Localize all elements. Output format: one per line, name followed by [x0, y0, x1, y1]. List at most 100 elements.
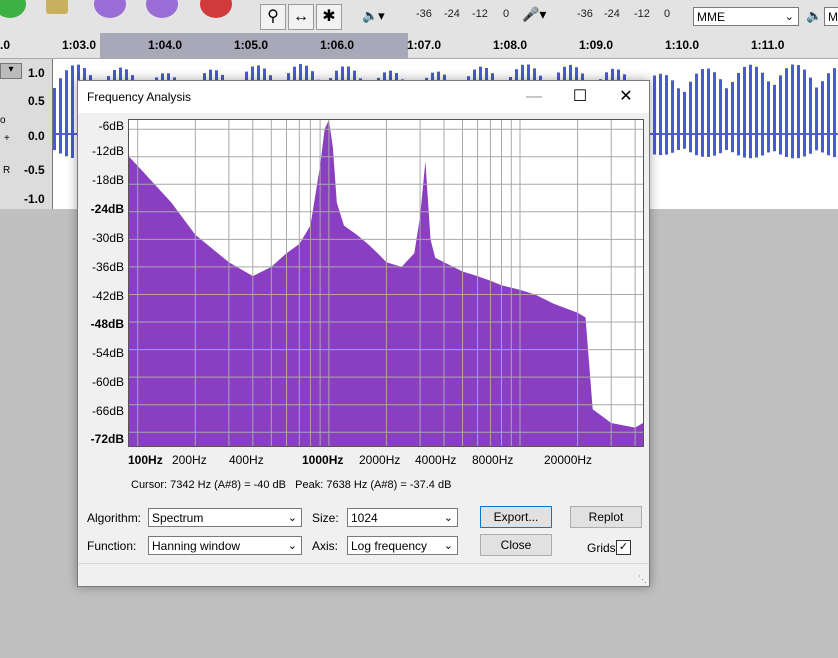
time-shift-icon[interactable]: ↔	[288, 4, 314, 30]
device-value: Mi	[828, 10, 838, 24]
waveform-bar	[659, 73, 662, 156]
waveform-bar	[815, 87, 818, 151]
db-axis-label: -60dB	[91, 375, 124, 389]
meter-tick: -36	[577, 8, 593, 20]
size-value: 1024	[351, 511, 378, 525]
microphone-icon[interactable]: 🎤▾	[522, 6, 546, 23]
maximize-button[interactable]: ☐	[557, 81, 603, 113]
zoom-icon[interactable]: ⚲	[260, 4, 286, 30]
amplitude-label: -0.5	[24, 163, 45, 177]
chevron-down-icon: ⌄	[287, 540, 297, 552]
grids-label: Grids	[587, 541, 616, 555]
waveform-bar	[689, 81, 692, 153]
frequency-axis-label: 8000Hz	[472, 453, 514, 467]
close-window-button[interactable]: ✕	[603, 81, 649, 113]
waveform-bar	[701, 69, 704, 157]
algorithm-value: Spectrum	[152, 511, 204, 525]
minimize-button[interactable]: —	[511, 81, 557, 113]
db-axis-label: -66dB	[91, 404, 124, 418]
frequency-axis-label: 1000Hz	[302, 453, 344, 467]
waveform-bar	[767, 81, 770, 153]
frequency-axis-label: 400Hz	[229, 453, 264, 467]
ruler-label: 1:09.0	[579, 38, 614, 52]
frequency-axis-label: 200Hz	[172, 453, 207, 467]
audio-host-select[interactable]: MME ⌄	[693, 7, 799, 26]
waveform-bar	[653, 75, 656, 155]
waveform-bar	[725, 88, 728, 151]
size-select[interactable]: 1024 ⌄	[347, 508, 458, 527]
frequency-axis-label: 4000Hz	[415, 453, 457, 467]
axis-select[interactable]: Log frequency ⌄	[347, 536, 458, 555]
frequency-axis-label: 2000Hz	[359, 453, 401, 467]
waveform-bar	[713, 72, 716, 156]
meter-tick: 0	[664, 8, 671, 20]
dialog-titlebar[interactable]: Frequency Analysis — ☐ ✕	[78, 81, 649, 113]
waveform-bar	[53, 88, 56, 151]
export-button[interactable]: Export...	[480, 506, 552, 528]
replot-button[interactable]: Replot	[570, 506, 642, 528]
skip-end-icon[interactable]	[146, 0, 178, 18]
chevron-down-icon: ⌄	[443, 540, 453, 552]
axis-value: Log frequency	[351, 539, 428, 553]
speaker-icon: 🔈	[806, 8, 823, 23]
meter-tick: -12	[472, 8, 488, 20]
function-select[interactable]: Hanning window ⌄	[148, 536, 302, 555]
peak-text: Peak: 7638 Hz (A#8) = -37.4 dB	[295, 479, 452, 491]
waveform-bar	[827, 73, 830, 156]
frequency-analysis-dialog: Frequency Analysis — ☐ ✕ -6dB -12dB -18d…	[77, 80, 650, 587]
ruler-label: 1:06.0	[320, 38, 355, 52]
track-option-glyph[interactable]: o	[0, 115, 6, 126]
db-axis-label: -72dB	[90, 432, 124, 446]
waveform-bar	[803, 69, 806, 157]
track-control-panel[interactable]: ▾ o + R 1.0 0.5 0.0 -0.5 -1.0	[0, 59, 53, 209]
waveform-bar	[785, 68, 788, 158]
db-axis-label: -24dB	[90, 202, 124, 216]
multi-tool-icon[interactable]: ✱	[316, 4, 342, 30]
amplitude-label: -1.0	[24, 192, 45, 206]
record-icon[interactable]	[200, 0, 232, 18]
ruler-label: .0	[0, 38, 11, 52]
waveform-bar	[671, 80, 674, 153]
grids-checkbox[interactable]: ✓	[616, 540, 631, 555]
pan-right-glyph: R	[3, 165, 11, 176]
waveform-bar	[749, 64, 752, 159]
waveform-bar	[683, 91, 686, 149]
chevron-down-icon: ⌄	[784, 11, 794, 23]
waveform-bar	[65, 70, 68, 157]
meter-tick: -12	[634, 8, 650, 20]
speaker-icon[interactable]: 🔈▾	[362, 8, 385, 24]
resize-grip-icon[interactable]: ⋱	[638, 574, 647, 585]
stop-icon[interactable]	[46, 0, 68, 14]
play-icon[interactable]	[0, 0, 26, 18]
algorithm-select[interactable]: Spectrum ⌄	[148, 508, 302, 527]
spectrum-plot[interactable]	[128, 119, 644, 447]
main-toolbar: ⚲ ↔ ✱ 🔈▾ -36 -24 -12 0 🎤▾ -36 -24 -12 0 …	[0, 0, 838, 33]
skip-start-icon[interactable]	[94, 0, 126, 18]
waveform-bar	[821, 81, 824, 153]
waveform-bar	[719, 79, 722, 154]
cursor-readout: Cursor: 7342 Hz (A#8) = -40 dB Peak: 763…	[131, 479, 451, 491]
ruler-label: 1:10.0	[665, 38, 700, 52]
check-icon: ✓	[618, 541, 629, 553]
waveform-bar	[737, 72, 740, 156]
db-axis-label: -54dB	[91, 346, 124, 360]
device-select[interactable]: Mi	[824, 7, 838, 26]
waveform-bar	[677, 88, 680, 150]
db-axis-label: -36dB	[91, 260, 124, 274]
waveform-bar	[791, 64, 794, 159]
ruler-label: 1:07.0	[407, 38, 442, 52]
waveform-bar	[707, 68, 710, 157]
frequency-axis-label: 100Hz	[128, 453, 163, 467]
waveform-bar	[755, 66, 758, 158]
amplitude-label: 1.0	[28, 66, 45, 80]
axis-label: Axis:	[312, 539, 339, 553]
waveform-bar	[809, 77, 812, 154]
db-axis-label: -48dB	[90, 317, 124, 331]
close-button[interactable]: Close	[480, 534, 552, 556]
collapse-arrow-icon[interactable]: ▾	[0, 63, 22, 79]
frequency-axis-label: 20000Hz	[544, 453, 593, 467]
status-bar: ⋱	[78, 563, 649, 586]
waveform-bar	[761, 72, 764, 156]
amplitude-label: 0.0	[28, 129, 45, 143]
gain-plus-glyph: +	[4, 133, 10, 144]
